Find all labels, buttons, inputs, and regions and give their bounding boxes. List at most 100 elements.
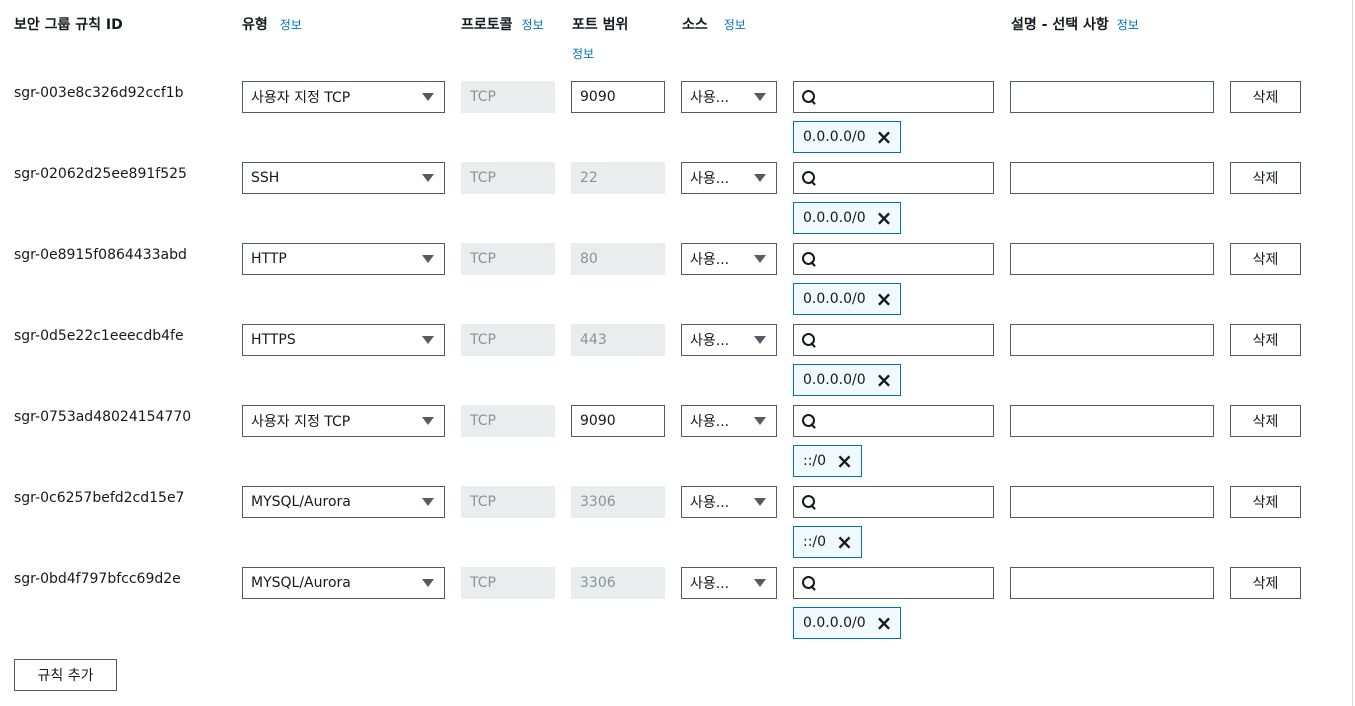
header-protocol: 프로토콜 정보 <box>461 14 544 34</box>
protocol-field: TCP <box>461 81 555 113</box>
type-select-value: 사용자 지정 TCP <box>251 414 351 430</box>
type-select[interactable]: HTTP <box>242 243 445 275</box>
caret-down-icon <box>754 174 766 182</box>
delete-button[interactable]: 삭제 <box>1230 486 1301 518</box>
caret-down-icon <box>754 336 766 344</box>
source-select[interactable]: 사용... <box>681 567 777 599</box>
rule-id: sgr-0c6257befd2cd15e7 <box>14 490 185 506</box>
cidr-search-input[interactable] <box>793 162 994 194</box>
delete-button[interactable]: 삭제 <box>1230 243 1301 275</box>
source-select[interactable]: 사용... <box>681 162 777 194</box>
delete-button[interactable]: 삭제 <box>1230 81 1301 113</box>
delete-button[interactable]: 삭제 <box>1230 162 1301 194</box>
description-input[interactable] <box>1010 567 1214 599</box>
close-icon[interactable]: × <box>876 208 893 228</box>
close-icon[interactable]: × <box>876 613 893 633</box>
description-input[interactable] <box>1010 243 1214 275</box>
port-range-input[interactable]: 9090 <box>571 81 665 113</box>
type-select-value: HTTP <box>251 251 287 267</box>
delete-button[interactable]: 삭제 <box>1230 324 1301 356</box>
type-select[interactable]: SSH <box>242 162 445 194</box>
description-input[interactable] <box>1010 162 1214 194</box>
cidr-token-value: 0.0.0.0/0 <box>803 615 866 631</box>
cidr-search-input[interactable] <box>793 81 994 113</box>
search-icon <box>802 576 816 590</box>
port-range-field: 3306 <box>571 567 665 599</box>
port-range-info-link[interactable]: 정보 <box>572 45 594 62</box>
add-rule-button[interactable]: 규칙 추가 <box>14 659 117 691</box>
type-select[interactable]: 사용자 지정 TCP <box>242 81 445 113</box>
delete-button[interactable]: 삭제 <box>1230 405 1301 437</box>
rule-row: sgr-0bd4f797bfcc69d2e MYSQL/Aurora TCP 3… <box>0 567 1352 648</box>
header-port-range: 포트 범위 <box>572 14 628 34</box>
type-select-value: MYSQL/Aurora <box>251 494 351 510</box>
cidr-search-input[interactable] <box>793 486 994 518</box>
description-input[interactable] <box>1010 486 1214 518</box>
type-select[interactable]: MYSQL/Aurora <box>242 486 445 518</box>
cidr-token: 0.0.0.0/0 × <box>793 283 902 315</box>
protocol-info-link[interactable]: 정보 <box>522 18 544 32</box>
caret-down-icon <box>754 93 766 101</box>
rule-row: sgr-003e8c326d92ccf1b 사용자 지정 TCP TCP 909… <box>0 81 1352 162</box>
source-select[interactable]: 사용... <box>681 324 777 356</box>
close-icon[interactable]: × <box>876 289 893 309</box>
caret-down-icon <box>422 579 434 587</box>
close-icon[interactable]: × <box>836 532 853 552</box>
cidr-token: ::/0 × <box>793 445 862 477</box>
cidr-search-input[interactable] <box>793 405 994 437</box>
search-icon <box>802 414 816 428</box>
caret-down-icon <box>754 498 766 506</box>
type-select-value: MYSQL/Aurora <box>251 575 351 591</box>
source-select[interactable]: 사용... <box>681 81 777 113</box>
description-input[interactable] <box>1010 405 1214 437</box>
port-range-input[interactable]: 9090 <box>571 405 665 437</box>
caret-down-icon <box>422 336 434 344</box>
cidr-token-value: 0.0.0.0/0 <box>803 210 866 226</box>
rule-row: sgr-0c6257befd2cd15e7 MYSQL/Aurora TCP 3… <box>0 486 1352 567</box>
description-input[interactable] <box>1010 324 1214 356</box>
type-select-value: HTTPS <box>251 332 296 348</box>
cidr-search-input[interactable] <box>793 324 994 356</box>
close-icon[interactable]: × <box>876 127 893 147</box>
source-select[interactable]: 사용... <box>681 243 777 275</box>
source-select[interactable]: 사용... <box>681 486 777 518</box>
header-description-label: 설명 - 선택 사항 <box>1011 17 1109 33</box>
search-icon <box>802 171 816 185</box>
cidr-token: 0.0.0.0/0 × <box>793 121 902 153</box>
source-select-value: 사용... <box>690 90 730 106</box>
caret-down-icon <box>422 174 434 182</box>
rule-row: sgr-0d5e22c1eeecdb4fe HTTPS TCP 443 사용..… <box>0 324 1352 405</box>
port-range-field: 80 <box>571 243 665 275</box>
description-info-link[interactable]: 정보 <box>1117 18 1139 32</box>
search-icon <box>802 252 816 266</box>
caret-down-icon <box>422 93 434 101</box>
protocol-field: TCP <box>461 486 555 518</box>
type-select[interactable]: HTTPS <box>242 324 445 356</box>
rule-id: sgr-0753ad48024154770 <box>14 409 192 425</box>
source-select[interactable]: 사용... <box>681 405 777 437</box>
type-select-value: SSH <box>251 170 280 186</box>
delete-button[interactable]: 삭제 <box>1230 567 1301 599</box>
caret-down-icon <box>754 417 766 425</box>
rule-id: sgr-0e8915f0864433abd <box>14 247 187 263</box>
close-icon[interactable]: × <box>836 451 853 471</box>
rule-id: sgr-0d5e22c1eeecdb4fe <box>14 328 184 344</box>
type-info-link[interactable]: 정보 <box>280 18 302 32</box>
rule-row: sgr-0e8915f0864433abd HTTP TCP 80 사용... … <box>0 243 1352 324</box>
header-description: 설명 - 선택 사항 정보 <box>1011 14 1139 34</box>
type-select-value: 사용자 지정 TCP <box>251 90 351 106</box>
description-input[interactable] <box>1010 81 1214 113</box>
source-info-link[interactable]: 정보 <box>724 18 746 32</box>
rule-row: sgr-0753ad48024154770 사용자 지정 TCP TCP 909… <box>0 405 1352 486</box>
cidr-search-input[interactable] <box>793 567 994 599</box>
cidr-search-input[interactable] <box>793 243 994 275</box>
close-icon[interactable]: × <box>876 370 893 390</box>
caret-down-icon <box>754 579 766 587</box>
type-select[interactable]: MYSQL/Aurora <box>242 567 445 599</box>
cidr-token: 0.0.0.0/0 × <box>793 364 902 396</box>
source-select-value: 사용... <box>690 333 730 349</box>
source-select-value: 사용... <box>690 171 730 187</box>
search-icon <box>802 495 816 509</box>
header-rule-id: 보안 그룹 규칙 ID <box>14 14 123 34</box>
type-select[interactable]: 사용자 지정 TCP <box>242 405 445 437</box>
